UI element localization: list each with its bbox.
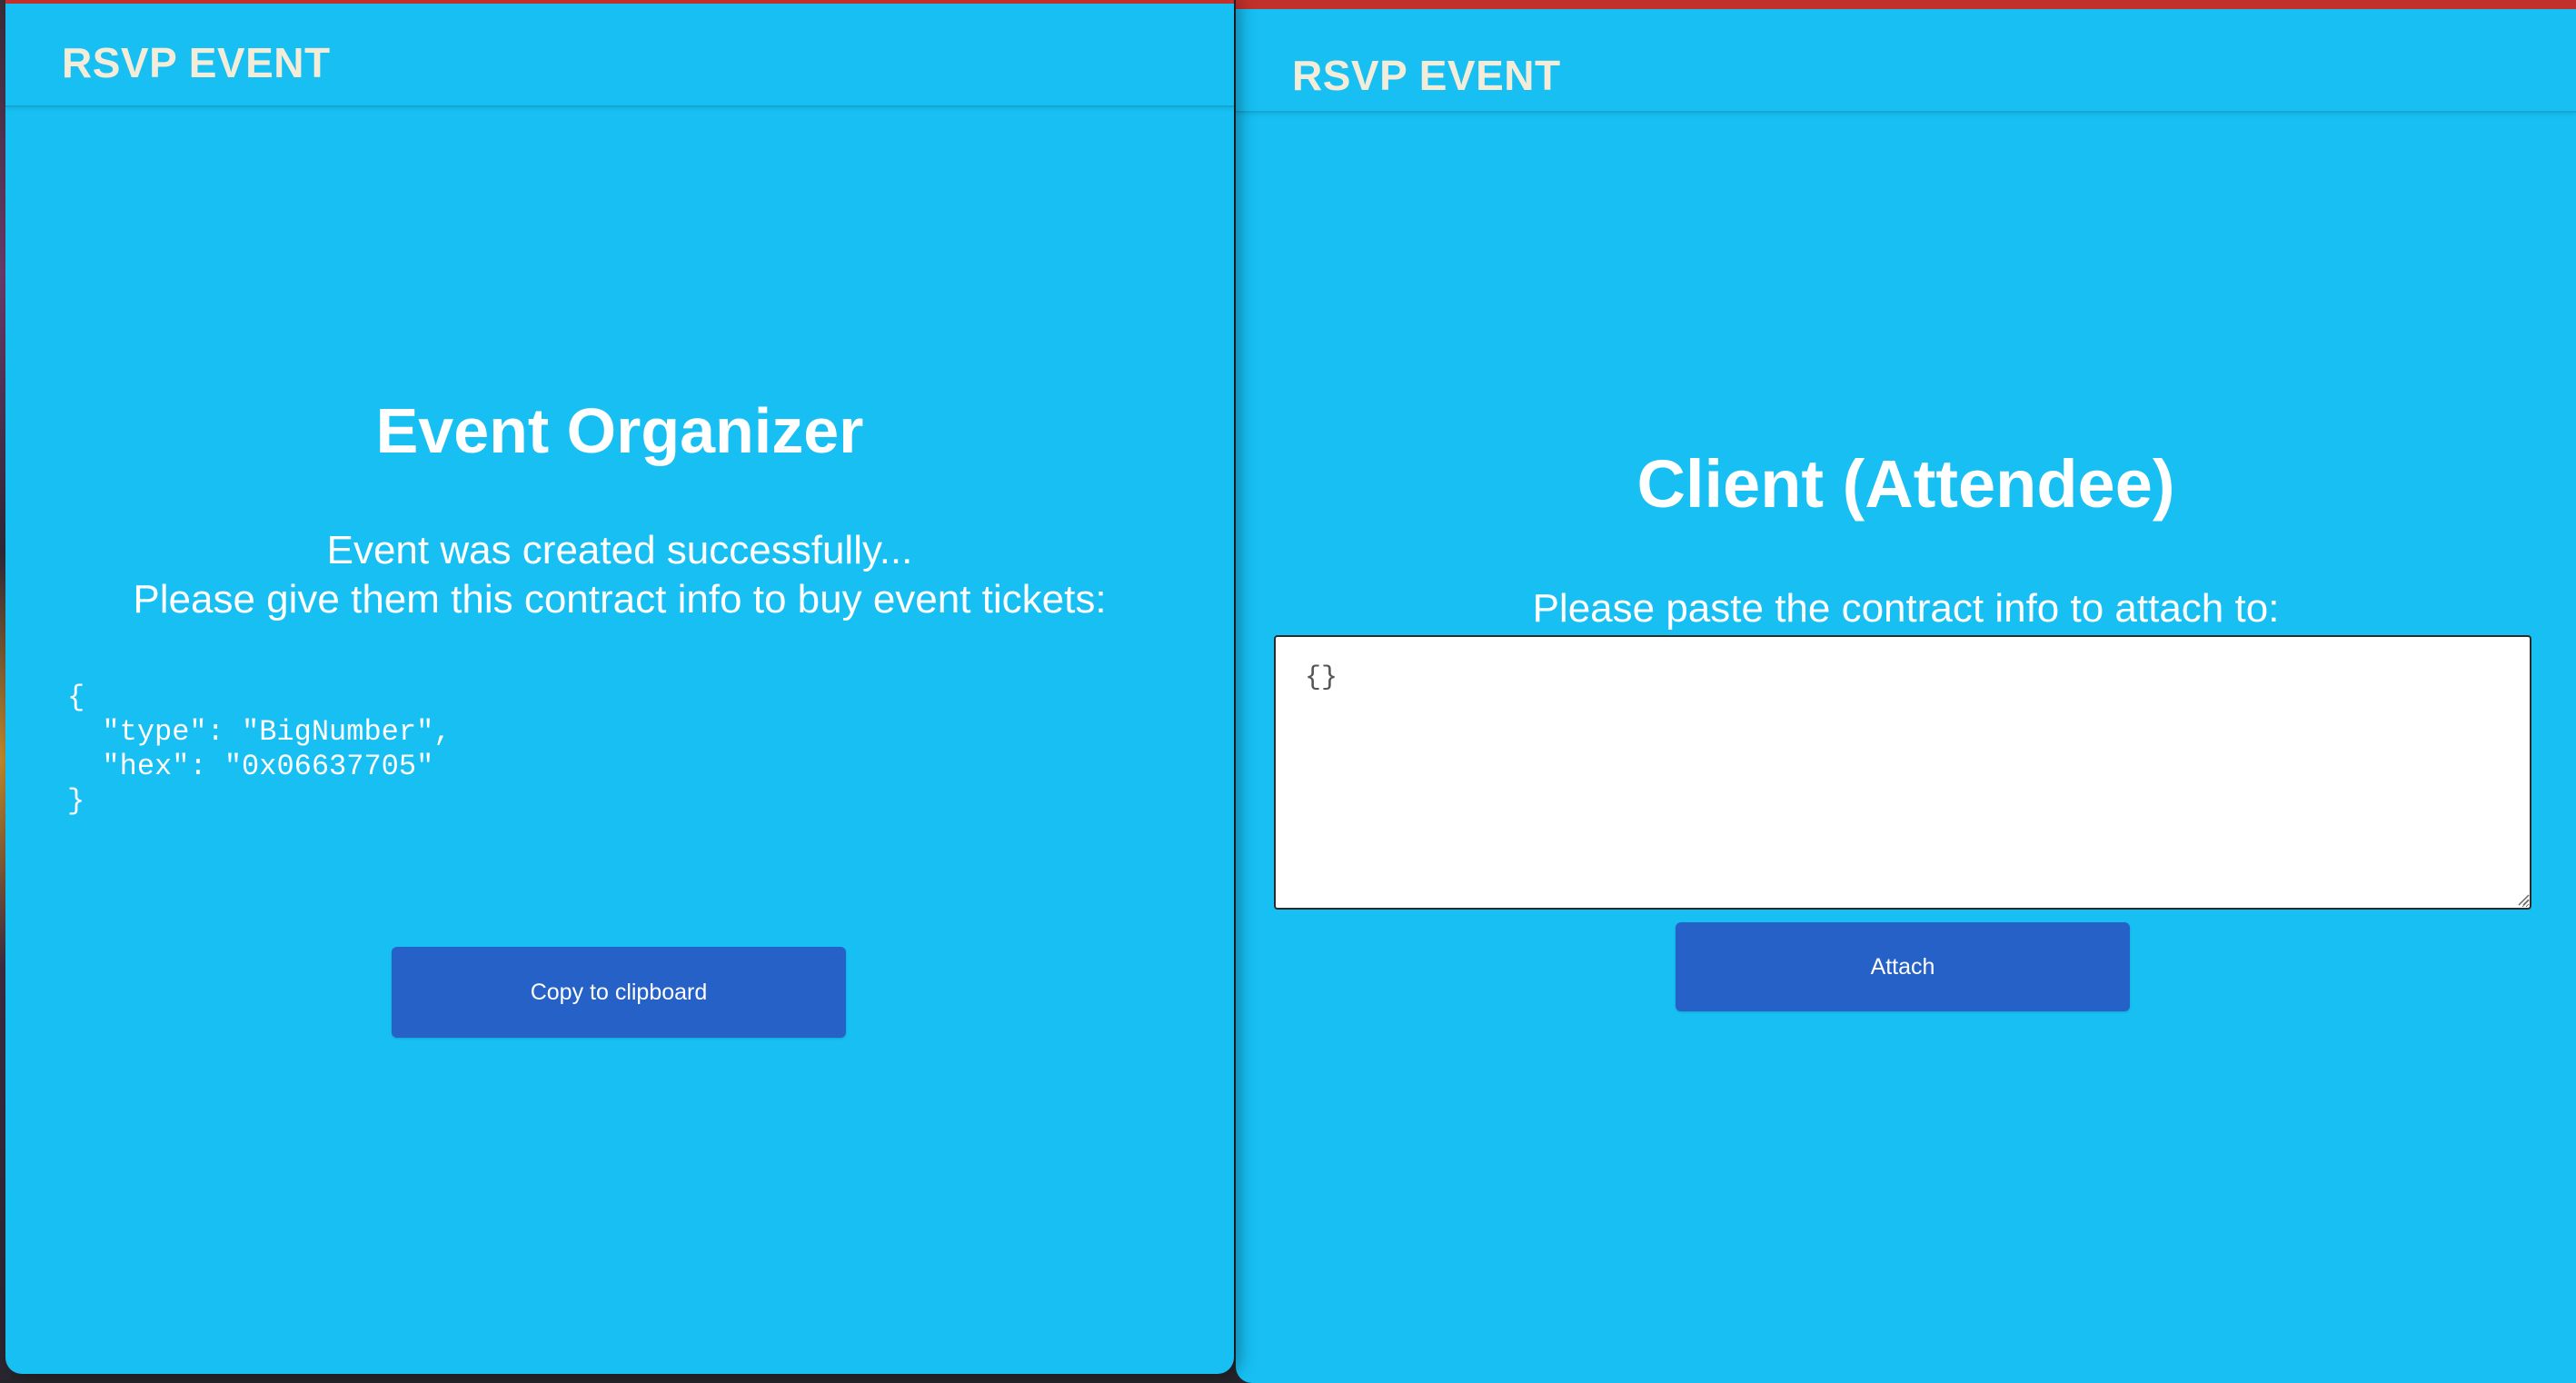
- paste-prompt: Please paste the contract info to attach…: [1532, 586, 2280, 631]
- organizer-window: RSVP EVENT Event Organizer Event was cre…: [5, 0, 1234, 1374]
- copy-to-clipboard-button[interactable]: Copy to clipboard: [392, 947, 846, 1038]
- contract-info: { "type": "BigNumber", "hex": "0x0663770…: [67, 681, 452, 818]
- app-title: RSVP EVENT: [62, 39, 331, 86]
- page-title: Event Organizer: [375, 395, 864, 466]
- instruction-message-line: Please give them this contract info to b…: [133, 577, 1107, 622]
- attach-button[interactable]: Attach: [1676, 922, 2130, 1011]
- app-title: RSVP EVENT: [1292, 52, 1561, 99]
- contract-info-textarea[interactable]: [1274, 635, 2531, 910]
- page-title: Client (Attendee): [1636, 446, 2175, 522]
- app-bar: RSVP EVENT: [1236, 9, 2576, 113]
- success-message: Event was created successfully... Please…: [5, 526, 1234, 624]
- attendee-window: RSVP EVENT Client (Attendee) Please past…: [1236, 0, 2576, 1383]
- app-bar: RSVP EVENT: [5, 4, 1234, 107]
- success-message-line: Event was created successfully...: [326, 528, 913, 572]
